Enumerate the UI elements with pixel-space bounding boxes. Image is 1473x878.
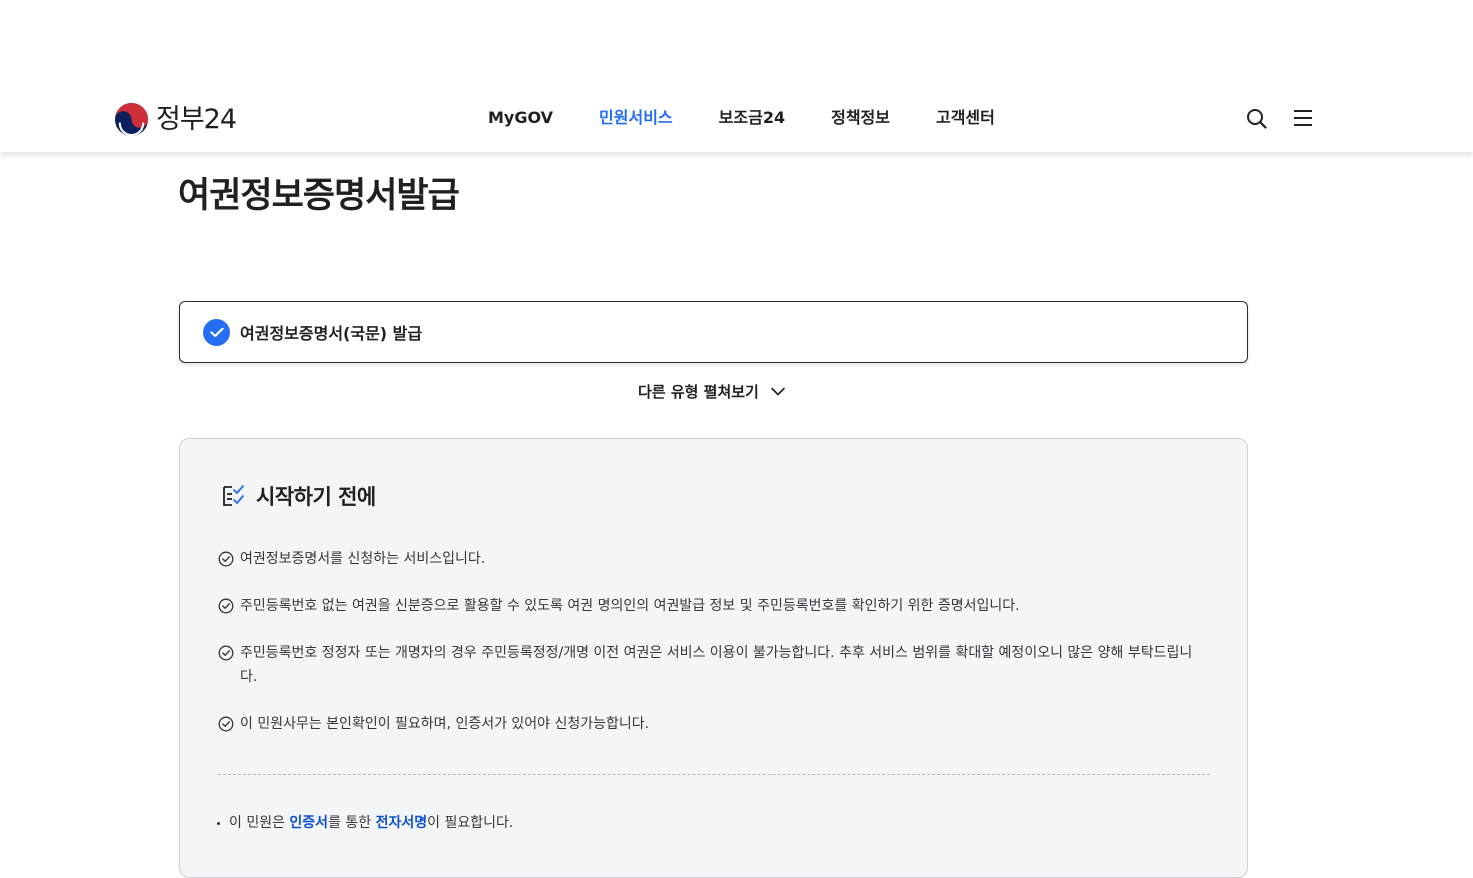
notice-list: 여권정보증명서를 신청하는 서비스입니다. 주민등록번호 없는 여권을 신분증으… bbox=[218, 547, 1208, 759]
menu-icon bbox=[1294, 110, 1312, 126]
service-type-label: 여권정보증명서(국문) 발급 bbox=[240, 324, 423, 343]
expand-label: 다른 유형 펼쳐보기 bbox=[638, 383, 759, 401]
before-start-header: 시작하기 전에 bbox=[220, 481, 376, 511]
before-start-panel: 시작하기 전에 여권정보증명서를 신청하는 서비스입니다. 주민등록번호 없는 … bbox=[179, 438, 1248, 878]
search-button[interactable] bbox=[1245, 107, 1267, 129]
chevron-down-icon bbox=[771, 387, 785, 396]
list-item: 여권정보증명서를 신청하는 서비스입니다. bbox=[218, 547, 1208, 571]
site-header: 정부24 MyGOV 민원서비스 보조금24 정책정보 고객센터 bbox=[0, 0, 1473, 152]
nav-item-customer-center[interactable]: 고객센터 bbox=[936, 108, 995, 128]
nav-item-policy-info[interactable]: 정책정보 bbox=[831, 108, 890, 128]
check-circle-outline-icon bbox=[218, 716, 234, 732]
notice-text: 주민등록번호 없는 여권을 신분증으로 활용할 수 있도록 여권 명의인의 여권… bbox=[240, 598, 1020, 614]
note-highlight-e-signature: 전자서명 bbox=[375, 815, 428, 831]
note-highlight-certificate: 인증서 bbox=[289, 815, 329, 831]
check-circle-icon bbox=[203, 318, 230, 346]
page-title: 여권정보증명서발급 bbox=[178, 176, 460, 216]
notice-text: 여권정보증명서를 신청하는 서비스입니다. bbox=[240, 551, 486, 567]
nav-item-civil-service[interactable]: 민원서비스 bbox=[599, 108, 673, 128]
check-circle-outline-icon bbox=[218, 645, 234, 661]
note-middle: 를 통한 bbox=[328, 815, 376, 831]
list-item: 주민등록번호 정정자 또는 개명자의 경우 주민등록정정/개명 이전 여권은 서… bbox=[218, 641, 1208, 689]
notice-text: 이 민원사무는 본인확인이 필요하며, 인증서가 있어야 신청가능합니다. bbox=[240, 716, 650, 732]
site-logo[interactable]: 정부24 bbox=[114, 101, 237, 137]
note-prefix: 이 민원은 bbox=[229, 815, 290, 831]
list-item: 주민등록번호 없는 여권을 신분증으로 활용할 수 있도록 여권 명의인의 여권… bbox=[218, 594, 1208, 618]
menu-button[interactable] bbox=[1292, 107, 1314, 129]
check-circle-outline-icon bbox=[218, 551, 234, 567]
selected-service-type[interactable]: 여권정보증명서(국문) 발급 bbox=[179, 301, 1248, 363]
main-nav: MyGOV 민원서비스 보조금24 정책정보 고객센터 bbox=[488, 108, 1041, 128]
signature-note: 이 민원은 인증서 를 통한 전자서명 이 필요합니다. bbox=[217, 812, 513, 834]
notice-text: 주민등록번호 정정자 또는 개명자의 경우 주민등록정정/개명 이전 여권은 서… bbox=[240, 645, 1193, 685]
expand-other-types-button[interactable]: 다른 유형 펼쳐보기 bbox=[638, 381, 785, 402]
taegeuk-logo-icon bbox=[114, 102, 149, 136]
nav-item-mygov[interactable]: MyGOV bbox=[488, 108, 553, 128]
checklist-icon bbox=[223, 485, 244, 506]
header-utilities bbox=[1245, 107, 1314, 129]
check-circle-outline-icon bbox=[218, 598, 234, 614]
note-suffix: 이 필요합니다. bbox=[427, 815, 514, 831]
nav-item-subsidy24[interactable]: 보조금24 bbox=[719, 108, 785, 128]
bullet-dot bbox=[217, 821, 220, 825]
before-start-title: 시작하기 전에 bbox=[256, 485, 376, 509]
list-item: 이 민원사무는 본인확인이 필요하며, 인증서가 있어야 신청가능합니다. bbox=[218, 712, 1208, 736]
dashed-divider bbox=[218, 774, 1210, 775]
search-icon bbox=[1246, 108, 1267, 129]
logo-text: 정부24 bbox=[156, 103, 237, 135]
